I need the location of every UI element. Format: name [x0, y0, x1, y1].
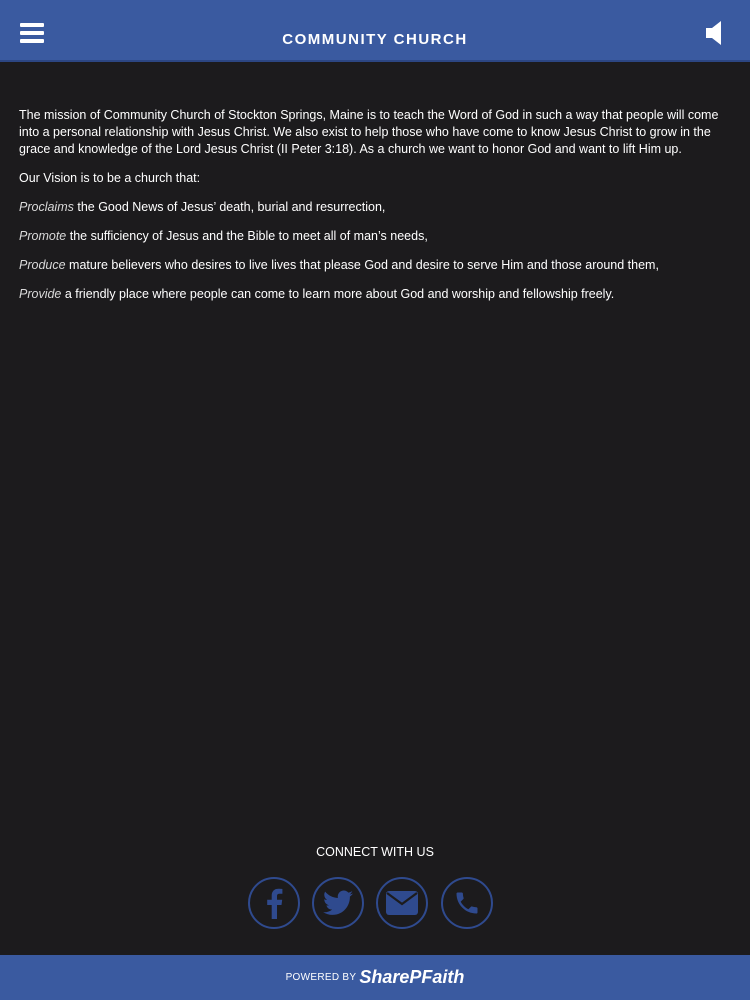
vision-item-lead: Provide: [19, 287, 62, 301]
page-title: COMMUNITY CHURCH: [282, 31, 468, 48]
vision-intro: Our Vision is to be a church that:: [19, 171, 201, 185]
connect-label: CONNECT WITH US: [316, 845, 434, 859]
vision-item: Proclaims the Good News of Jesus’ death,…: [19, 199, 735, 216]
top-bar: COMMUNITY CHURCH: [0, 0, 750, 62]
vision-item: Produce mature believers who desires to …: [19, 257, 735, 274]
phone-button[interactable]: [441, 877, 493, 929]
app-screen: COMMUNITY CHURCH The mission of Communit…: [0, 0, 750, 1000]
vision-item-text: the Good News of Jesus’ death, burial an…: [73, 200, 386, 214]
vision-item-text: the sufficiency of Jesus and the Bible t…: [66, 229, 428, 243]
mission-paragraph: The mission of Community Church of Stock…: [19, 108, 719, 156]
mission-content: The mission of Community Church of Stock…: [19, 107, 735, 315]
powered-by[interactable]: POWERED BY SharePFaith: [0, 967, 750, 988]
sound-button[interactable]: [704, 18, 734, 48]
footer-bar: POWERED BY SharePFaith: [0, 955, 750, 1000]
vision-item-lead: Proclaims: [19, 200, 74, 214]
email-button[interactable]: [376, 877, 428, 929]
hamburger-menu-icon: [20, 23, 44, 27]
facebook-icon: [267, 888, 283, 919]
twitter-button[interactable]: [312, 877, 364, 929]
powered-by-label: POWERED BY: [285, 972, 357, 983]
vision-item-lead: Promote: [19, 229, 67, 243]
vision-item-text: a friendly place where people can come t…: [61, 287, 615, 301]
phone-icon: [456, 892, 478, 914]
social-links: [247, 877, 507, 933]
vision-item: Provide a friendly place where people ca…: [19, 286, 735, 303]
facebook-button[interactable]: [248, 877, 300, 929]
vision-item-lead: Produce: [19, 258, 66, 272]
twitter-icon: [323, 890, 353, 915]
vision-item-text: mature believers who desires to live liv…: [65, 258, 659, 272]
sharefaith-logo: SharePFaith: [359, 967, 465, 987]
email-icon: [386, 891, 418, 915]
vision-item: Promote the sufficiency of Jesus and the…: [19, 228, 735, 245]
speaker-icon: [706, 21, 721, 45]
